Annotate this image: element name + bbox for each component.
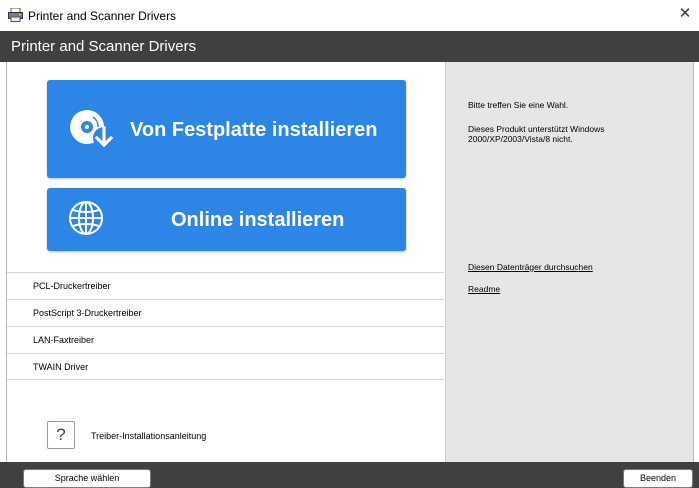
driver-item-pcl[interactable]: PCL-Druckertreiber: [7, 272, 444, 299]
driver-item-twain[interactable]: TWAIN Driver: [7, 353, 444, 380]
globe-icon: [69, 201, 103, 235]
install-from-disk-label: Von Festplatte installieren: [130, 119, 378, 141]
readme-link[interactable]: Readme: [468, 284, 500, 294]
printer-icon: [8, 8, 23, 22]
app-header: Printer and Scanner Drivers: [0, 31, 699, 62]
page-title: Printer and Scanner Drivers: [11, 38, 197, 55]
driver-item-lan-fax[interactable]: LAN-Faxtreiber: [7, 326, 444, 353]
driver-label: PostScript 3-Druckertreiber: [33, 308, 142, 318]
support-note: Dieses Produkt unterstützt Windows 2000/…: [468, 124, 605, 144]
disc-download-icon: [70, 110, 115, 149]
help-icon[interactable]: ?: [47, 421, 75, 449]
install-online-button[interactable]: Online installieren: [47, 188, 406, 251]
install-online-label: Online installieren: [171, 209, 345, 231]
browse-disc-link[interactable]: Diesen Datenträger durchsuchen: [468, 262, 593, 272]
driver-label: PCL-Druckertreiber: [33, 281, 111, 291]
exit-button[interactable]: Beenden: [623, 469, 693, 488]
driver-list: PCL-Druckertreiber PostScript 3-Druckert…: [7, 272, 444, 380]
driver-label: LAN-Faxtreiber: [33, 335, 95, 345]
prompt-text: Bitte treffen Sie eine Wahl.: [468, 100, 569, 110]
window-title: Printer and Scanner Drivers: [28, 9, 177, 23]
select-language-button[interactable]: Sprache wählen: [23, 469, 151, 488]
driver-item-postscript[interactable]: PostScript 3-Druckertreiber: [7, 299, 444, 326]
driver-label: TWAIN Driver: [33, 362, 89, 372]
window-titlebar: Printer and Scanner Drivers ✕: [0, 0, 699, 30]
close-icon[interactable]: ✕: [677, 6, 693, 22]
install-from-disk-button[interactable]: Von Festplatte installieren: [47, 80, 406, 178]
install-guide-link[interactable]: Treiber-Installationsanleitung: [91, 431, 206, 441]
